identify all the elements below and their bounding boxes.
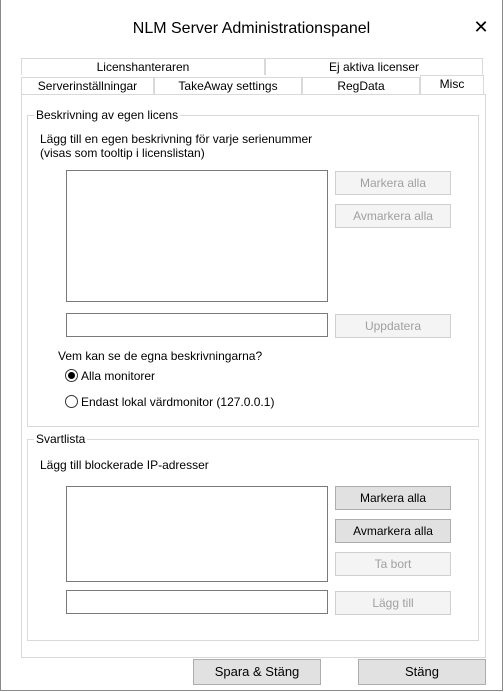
tab-misc[interactable]: Misc — [420, 75, 484, 95]
save-close-button[interactable]: Spara & Stäng — [193, 659, 321, 685]
description-hint-line1: Lägg till en egen beskrivning för varje … — [40, 132, 313, 146]
blacklist-listbox[interactable] — [66, 486, 328, 582]
visibility-question: Vem kan se de egna beskrivningarna? — [58, 349, 263, 363]
tab-row-bottom: Serverinställningar TakeAway settings Re… — [21, 75, 484, 95]
radio-local-monitor-label: Endast lokal värdmonitor (127.0.0.1) — [81, 395, 275, 409]
tab-ej-aktiva-licenser[interactable]: Ej aktiva licenser — [265, 58, 483, 75]
blacklist-select-all-button[interactable]: Markera alla — [335, 486, 451, 510]
tab-row-top: Licenshanteraren Ej aktiva licenser — [21, 58, 483, 76]
radio-local-monitor[interactable] — [65, 395, 78, 408]
add-button[interactable]: Lägg till — [335, 591, 451, 615]
description-hint-line2: (visas som tooltip i licenslistan) — [40, 146, 205, 160]
description-deselect-all-button[interactable]: Avmarkera alla — [335, 204, 451, 228]
blacklist-group: Svartlista Lägg till blockerade IP-adres… — [27, 432, 479, 641]
blacklist-group-label: Svartlista — [34, 432, 88, 446]
tab-panel-misc: Beskrivning av egen licens Lägg till en … — [21, 94, 486, 658]
window-title: NLM Server Administrationspanel — [132, 20, 371, 37]
tab-takeaway-settings[interactable]: TakeAway settings — [154, 77, 302, 94]
description-group-label: Beskrivning av egen licens — [34, 108, 181, 122]
tab-licenshanteraren[interactable]: Licenshanteraren — [21, 58, 265, 75]
blacklist-hint: Lägg till blockerade IP-adresser — [40, 458, 209, 472]
dialog-window: NLM Server Administrationspanel ✕ Licens… — [0, 0, 503, 691]
blacklist-input[interactable] — [66, 590, 328, 614]
description-select-all-button[interactable]: Markera alla — [335, 171, 451, 195]
radio-all-monitors[interactable] — [65, 369, 78, 382]
remove-button[interactable]: Ta bort — [335, 552, 451, 576]
tab-serverinstallningar[interactable]: Serverinställningar — [21, 77, 154, 94]
description-listbox[interactable] — [66, 170, 328, 302]
close-icon[interactable]: ✕ — [470, 16, 492, 38]
close-button[interactable]: Stäng — [358, 659, 486, 685]
title-bar: NLM Server Administrationspanel ✕ — [1, 0, 502, 58]
blacklist-deselect-all-button[interactable]: Avmarkera alla — [335, 519, 451, 543]
description-group: Beskrivning av egen licens Lägg till en … — [27, 108, 479, 427]
tab-regdata[interactable]: RegData — [302, 77, 420, 94]
description-input[interactable] — [66, 313, 328, 337]
radio-all-monitors-label: Alla monitorer — [81, 369, 156, 383]
update-button[interactable]: Uppdatera — [335, 314, 451, 338]
